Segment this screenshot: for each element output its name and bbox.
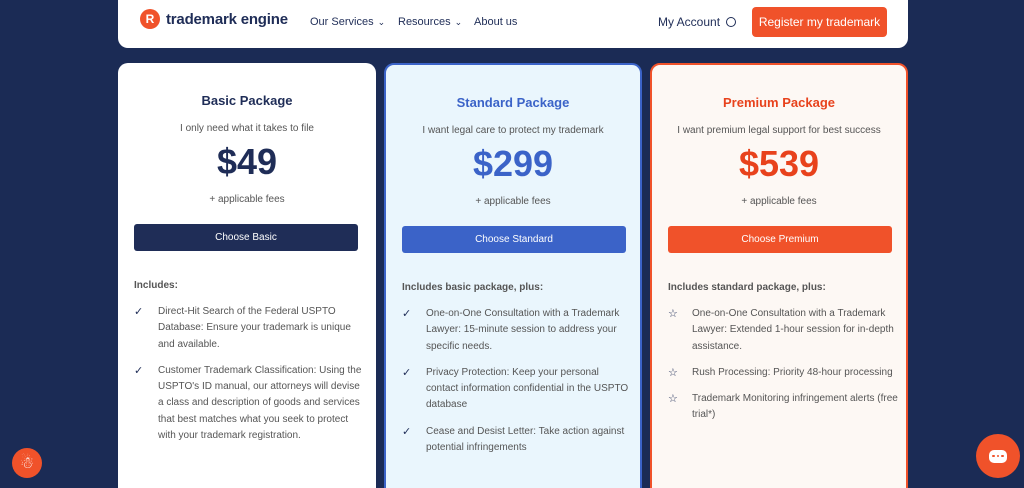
choose-premium-button[interactable]: Choose Premium <box>668 226 892 253</box>
my-account-link[interactable]: My Account <box>658 15 737 29</box>
user-icon <box>726 17 737 27</box>
chat-bubble <box>989 449 1007 463</box>
logo-text: trademark engine <box>166 10 288 28</box>
chat-icon[interactable] <box>976 434 1020 478</box>
feature-text: One-on-One Consultation with a Trademark… <box>692 308 894 352</box>
feature-text: One-on-One Consultation with a Trademark… <box>426 308 620 352</box>
package-fees: + applicable fees <box>741 196 817 207</box>
check-icon: ✓ <box>402 366 412 379</box>
package-subtitle: I only need what it takes to file <box>180 123 314 134</box>
package-fees: + applicable fees <box>209 194 285 205</box>
package-title: Premium Package <box>722 95 835 110</box>
feature-text: Rush Processing: Priority 48-hour proces… <box>692 366 893 378</box>
list-item: ✓ One-on-One Consultation with a Tradema… <box>402 306 632 355</box>
standard-package-card: Standard Package I want legal care to pr… <box>384 63 642 488</box>
feature-list: ☆ One-on-One Consultation with a Tradema… <box>668 306 898 434</box>
list-item: ☆ Trademark Monitoring infringement aler… <box>668 391 898 424</box>
includes-heading: Includes: <box>134 280 178 291</box>
feature-text: Cease and Desist Letter: Take action aga… <box>426 425 625 454</box>
star-icon: ☆ <box>668 393 678 406</box>
check-icon: ✓ <box>134 306 144 318</box>
nav-about-us[interactable]: About us <box>474 16 517 28</box>
register-trademark-button[interactable]: Register my trademark <box>752 7 887 37</box>
top-navigation: R trademark engine Our Services ⌄ Resour… <box>118 0 908 48</box>
check-icon: ✓ <box>402 425 412 438</box>
nav-label: About us <box>474 16 518 28</box>
list-item: ✓ Customer Trademark Classification: Usi… <box>134 363 364 444</box>
nav-label: Resources <box>398 16 451 28</box>
package-subtitle: I want legal care to protect my trademar… <box>422 125 604 136</box>
choose-basic-button[interactable]: Choose Basic <box>134 224 358 251</box>
nav-label: Our Services <box>310 16 374 28</box>
check-icon: ✓ <box>134 364 144 377</box>
package-subtitle: I want premium legal support for best su… <box>677 125 881 136</box>
package-fees: + applicable fees <box>475 196 551 207</box>
feature-text: Customer Trademark Classification: Using… <box>158 364 362 442</box>
list-item: ☆ Rush Processing: Priority 48-hour proc… <box>668 365 898 381</box>
chevron-down-icon: ⌄ <box>377 16 386 27</box>
package-title: Basic Package <box>201 93 293 108</box>
logo-icon: R <box>140 9 160 29</box>
package-title: Standard Package <box>456 95 570 110</box>
package-price: $299 <box>472 143 554 184</box>
feature-text: Trademark Monitoring infringement alerts… <box>692 393 898 421</box>
package-price: $49 <box>216 141 278 182</box>
list-item: ✓ Cease and Desist Letter: Take action a… <box>402 424 632 457</box>
star-icon: ☆ <box>668 366 678 379</box>
list-item: ✓ Privacy Protection: Keep your personal… <box>402 365 632 414</box>
package-price: $539 <box>738 143 820 184</box>
basic-package-card: Basic Package I only need what it takes … <box>118 63 376 488</box>
nav-our-services[interactable]: Our Services ⌄ <box>310 16 385 28</box>
accessibility-icon[interactable]: ☃ <box>12 448 42 478</box>
feature-text: Direct-Hit Search of the Federal USPTO D… <box>158 306 351 350</box>
choose-standard-button[interactable]: Choose Standard <box>402 226 626 253</box>
includes-heading: Includes basic package, plus: <box>402 282 544 293</box>
feature-text: Privacy Protection: Keep your personal c… <box>426 366 629 411</box>
chevron-down-icon: ⌄ <box>454 16 463 27</box>
includes-heading: Includes standard package, plus: <box>668 282 826 293</box>
star-icon: ☆ <box>668 308 678 320</box>
feature-list: ✓ Direct-Hit Search of the Federal USPTO… <box>134 304 364 454</box>
nav-resources[interactable]: Resources ⌄ <box>398 16 462 28</box>
logo[interactable]: R trademark engine <box>140 9 288 29</box>
account-label: My Account <box>658 15 721 29</box>
list-item: ☆ One-on-One Consultation with a Tradema… <box>668 306 898 355</box>
check-icon: ✓ <box>402 308 412 320</box>
feature-list: ✓ One-on-One Consultation with a Tradema… <box>402 306 632 466</box>
premium-package-card: Premium Package I want premium legal sup… <box>650 63 908 488</box>
list-item: ✓ Direct-Hit Search of the Federal USPTO… <box>134 304 364 353</box>
